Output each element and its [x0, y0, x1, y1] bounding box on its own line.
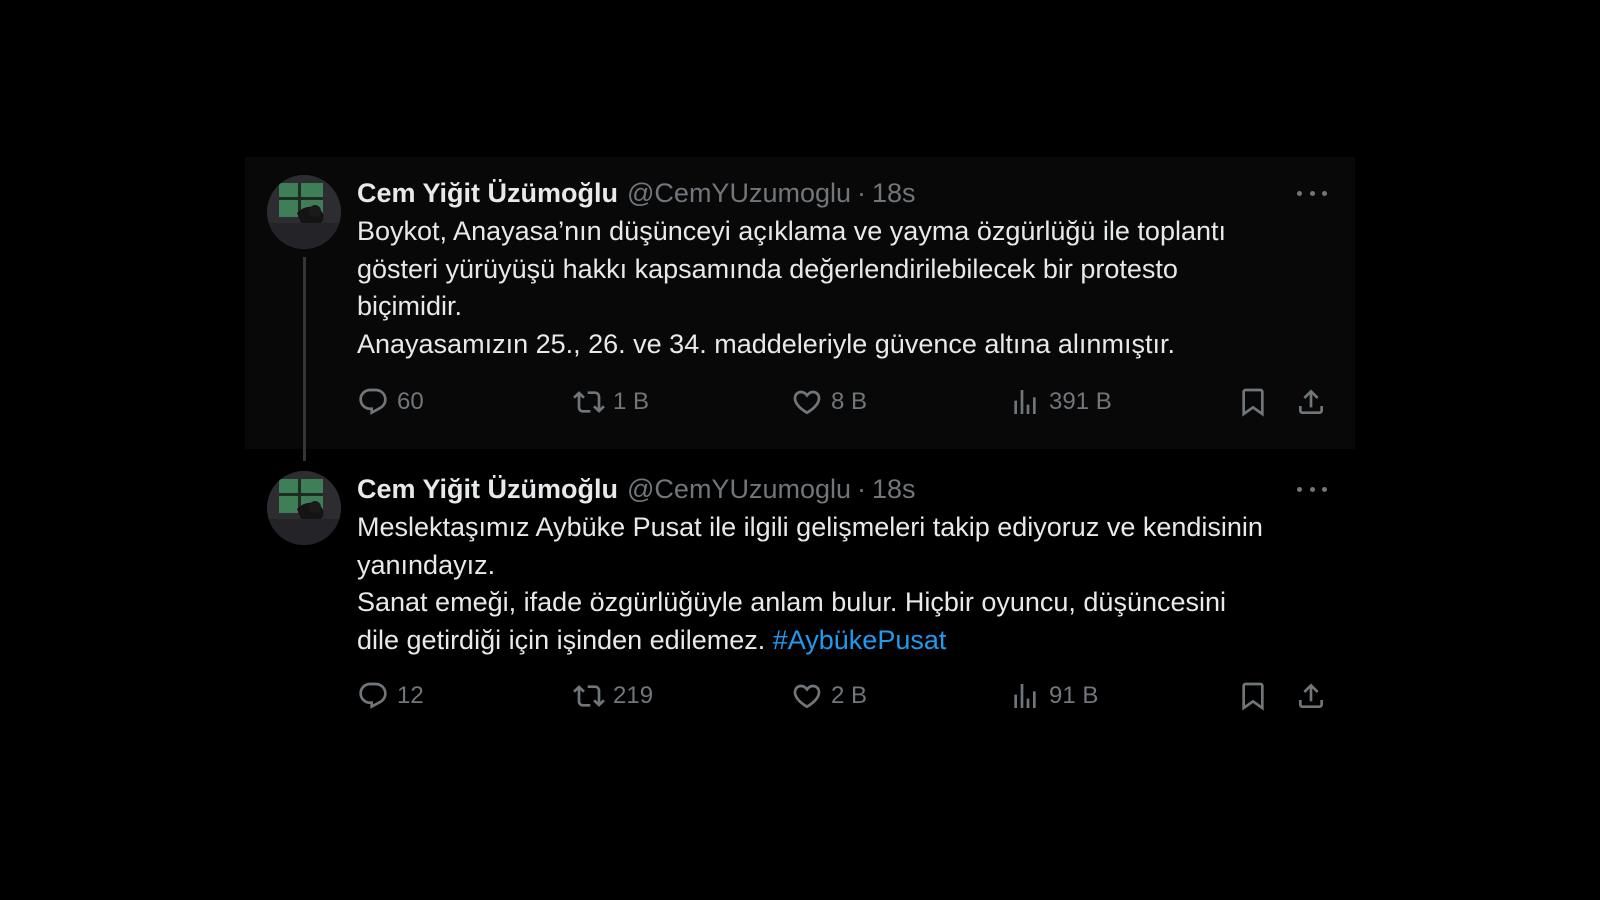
speech-bubble-icon — [359, 388, 387, 415]
tweet-text-line: biçimidir. — [357, 291, 463, 321]
views-count: 391 B — [1049, 388, 1112, 415]
repost-arrows-icon — [573, 685, 605, 707]
more-options-icon[interactable] — [1297, 477, 1327, 501]
reply-button[interactable]: 60 — [357, 384, 424, 420]
hashtag-link[interactable]: #AybükePusat — [773, 625, 947, 655]
tweet-content: Cem Yiğit Üzümoğlu @CemYUzumoglu · 18s B… — [357, 175, 1327, 417]
tweet-2[interactable]: Cem Yiğit Üzümoğlu @CemYUzumoglu · 18s M… — [245, 449, 1355, 749]
repost-button[interactable]: 1 B — [573, 384, 649, 420]
tweet-text-line: Sanat emeği, ifade özgürlüğüyle anlam bu… — [357, 587, 1227, 617]
tweet-actions: 12 219 2 B 91 B — [357, 678, 1327, 714]
tweet-text-line: Meslektaşımız Aybüke Pusat ile ilgili ge… — [357, 512, 1263, 542]
display-name[interactable]: Cem Yiğit Üzümoğlu — [357, 474, 618, 505]
separator-dot: · — [857, 177, 866, 208]
like-button[interactable]: 2 B — [791, 678, 867, 714]
user-handle[interactable]: @CemYUzumoglu — [627, 178, 851, 209]
tweet-text: Boykot, Anayasa’nın düşünceyi açıklama v… — [357, 213, 1327, 363]
thread-connector-line — [303, 257, 306, 461]
reply-button[interactable]: 12 — [357, 678, 424, 714]
share-upload-icon — [1299, 683, 1323, 708]
repost-count: 1 B — [613, 388, 650, 415]
like-count: 2 B — [831, 682, 868, 709]
views-button[interactable]: 391 B — [1009, 384, 1112, 420]
reply-count: 60 — [397, 388, 424, 415]
share-button[interactable] — [1295, 678, 1327, 714]
bar-chart-icon — [1014, 390, 1036, 414]
avatar-image — [267, 471, 341, 545]
bookmark-button[interactable] — [1237, 678, 1269, 714]
tweet-text-line: gösteri yürüyüşü hakkı kapsamında değerl… — [357, 253, 1178, 284]
share-upload-icon — [1299, 389, 1323, 414]
tweet-content: Cem Yiğit Üzümoğlu @CemYUzumoglu · 18s M… — [357, 471, 1327, 711]
tweet-text-segment: dile getirdiği için işinden edilemez. — [357, 624, 766, 655]
timestamp[interactable]: 18s — [872, 474, 916, 505]
tweet-header: Cem Yiğit Üzümoğlu @CemYUzumoglu · 18s — [357, 175, 1327, 211]
avatar-image — [267, 175, 341, 249]
speech-bubble-icon — [359, 682, 387, 709]
avatar[interactable] — [267, 471, 341, 545]
tweet-1[interactable]: Cem Yiğit Üzümoğlu @CemYUzumoglu · 18s B… — [245, 157, 1355, 461]
repost-count: 219 — [613, 682, 654, 709]
more-options-icon[interactable] — [1297, 181, 1327, 205]
heart-icon — [793, 684, 821, 709]
like-count: 8 B — [831, 388, 868, 415]
tweet-text-line: yanındayız. — [357, 549, 496, 580]
timestamp[interactable]: 18s — [872, 178, 916, 209]
avatar[interactable] — [267, 175, 341, 249]
heart-icon — [793, 390, 821, 415]
share-button[interactable] — [1295, 384, 1327, 420]
bar-chart-icon — [1014, 684, 1036, 708]
views-button[interactable]: 91 B — [1009, 678, 1098, 714]
reply-count: 12 — [397, 682, 424, 709]
tweet-text-line: dile getirdiği için işinden edilemez. #A… — [357, 622, 1327, 660]
tweet-text-line: Anayasamızın 25., 26. ve 34. maddeleriyl… — [357, 328, 1175, 359]
repost-arrows-icon — [573, 391, 605, 413]
tweet-actions: 60 1 B 8 B 391 B — [357, 384, 1327, 420]
views-count: 91 B — [1049, 682, 1099, 709]
user-handle[interactable]: @CemYUzumoglu — [627, 474, 851, 505]
tweet-text-line: Boykot, Anayasa’nın düşünceyi açıklama v… — [357, 216, 1226, 246]
tweet-header: Cem Yiğit Üzümoğlu @CemYUzumoglu · 18s — [357, 471, 1327, 507]
bookmark-icon — [1242, 682, 1264, 711]
bookmark-button[interactable] — [1237, 384, 1269, 420]
like-button[interactable]: 8 B — [791, 384, 867, 420]
display-name[interactable]: Cem Yiğit Üzümoğlu — [357, 178, 618, 209]
tweet-thread: Cem Yiğit Üzümoğlu @CemYUzumoglu · 18s B… — [245, 157, 1355, 749]
repost-button[interactable]: 219 — [573, 678, 653, 714]
separator-dot: · — [857, 473, 866, 504]
bookmark-icon — [1242, 388, 1264, 417]
tweet-text: Meslektaşımız Aybüke Pusat ile ilgili ge… — [357, 509, 1327, 659]
